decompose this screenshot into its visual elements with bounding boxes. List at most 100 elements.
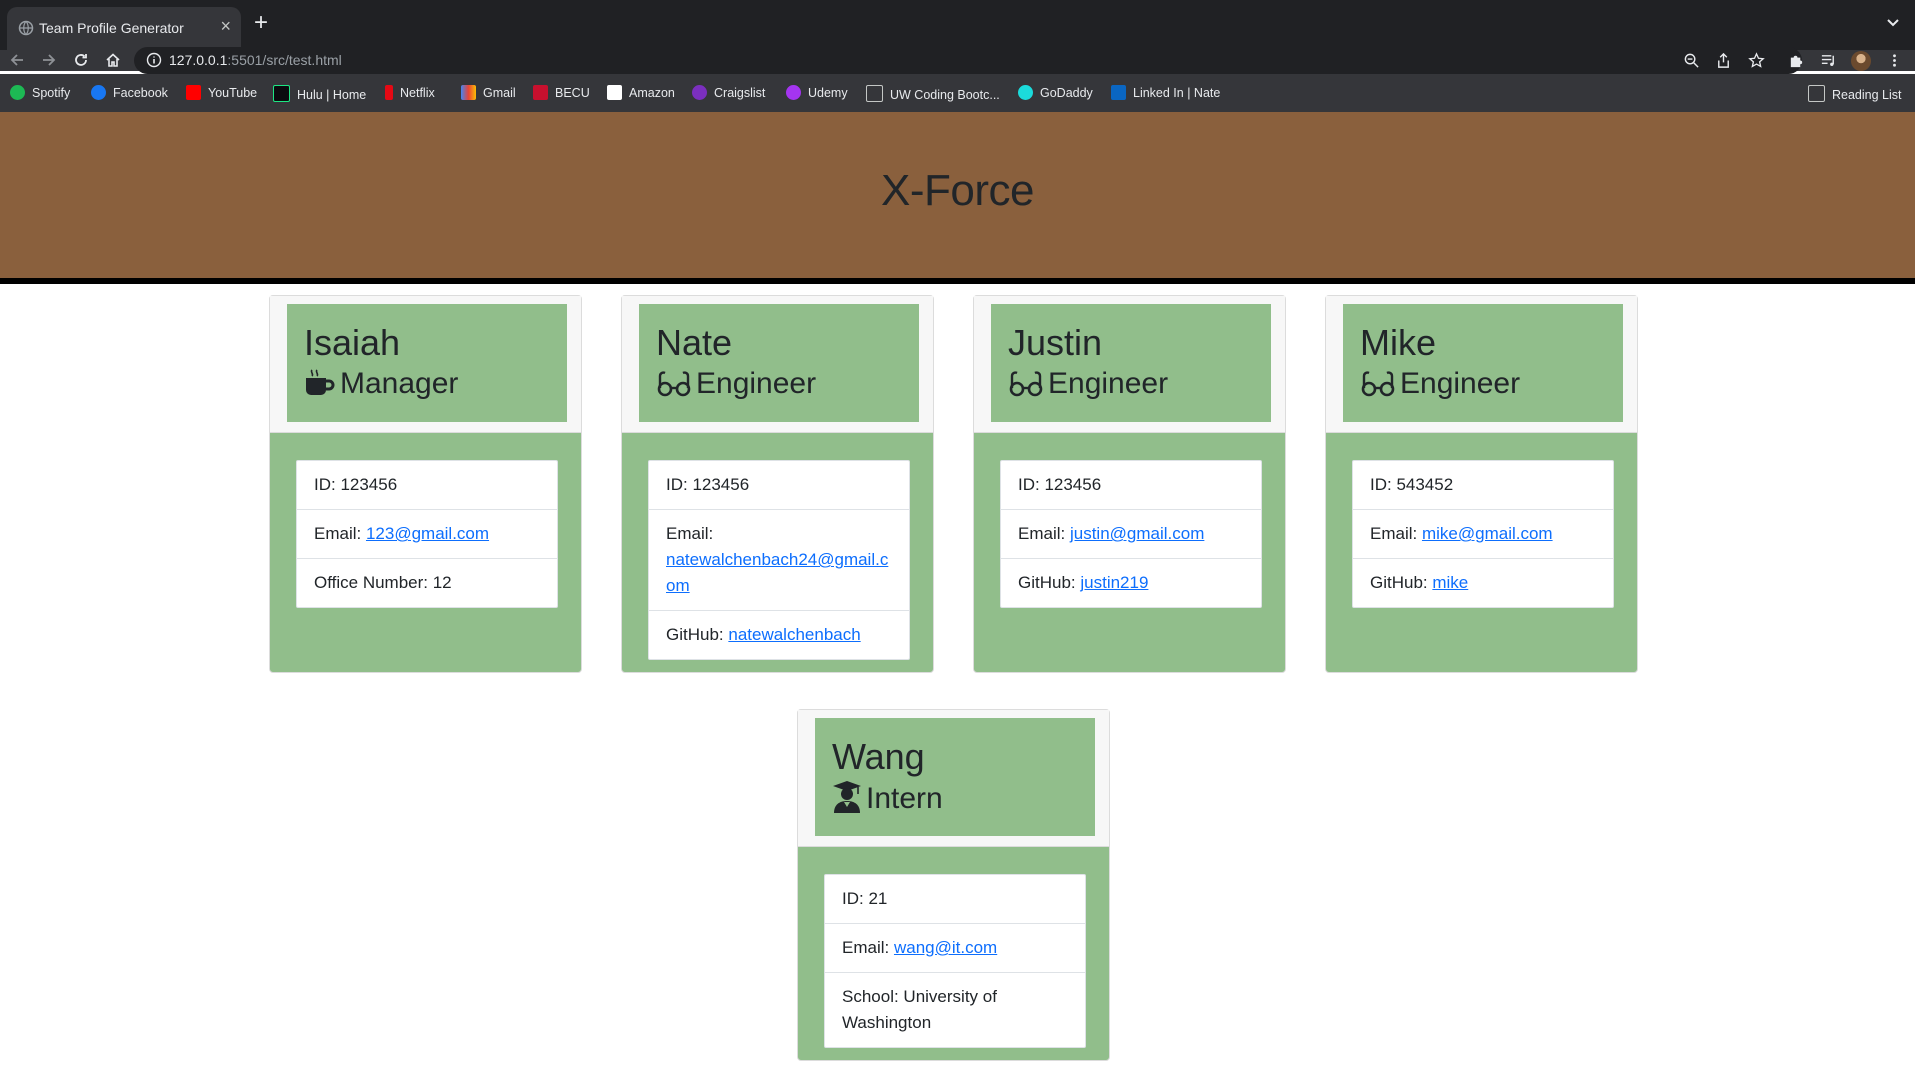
home-icon[interactable] <box>104 51 122 69</box>
craigslist-icon <box>692 85 707 100</box>
new-tab-button[interactable]: + <box>254 9 268 37</box>
bookmark-udemy[interactable]: Udemy <box>786 85 848 103</box>
employee-name: Isaiah <box>304 322 401 363</box>
github: GitHub: mike <box>1370 573 1469 592</box>
bookmark-youtube[interactable]: YouTube <box>186 85 257 103</box>
name-box: Isaiah Manager <box>287 304 567 422</box>
reading-list-button[interactable]: Reading List <box>1808 85 1902 103</box>
name-box: Mike Engineer <box>1343 304 1623 422</box>
browser-tab[interactable]: Team Profile Generator × <box>7 7 241 50</box>
becu-icon <box>533 85 548 100</box>
employee-card: Isaiah Manager ID: 123456 Email: 123@gma… <box>269 295 582 673</box>
close-tab-icon[interactable]: × <box>220 16 231 37</box>
bookmark-netflix[interactable]: Netflix <box>385 85 435 103</box>
employee-name: Justin <box>1008 322 1103 363</box>
bookmark-becu[interactable]: BECU <box>533 85 590 103</box>
github-link[interactable]: mike <box>1432 573 1468 592</box>
info-list: ID: 123456 Email: justin@gmail.com GitHu… <box>1000 460 1262 608</box>
bookmark-amazon[interactable]: Amazon <box>607 85 675 103</box>
employee-name: Nate <box>656 322 733 363</box>
bookmark-hulu[interactable]: Hulu | Home <box>273 85 366 103</box>
kebab-menu-icon[interactable] <box>1886 52 1903 69</box>
employee-id: ID: 123456 <box>297 461 557 510</box>
url-text: 127.0.0.1:5501/src/test.html <box>169 52 342 68</box>
github: GitHub: justin219 <box>1018 573 1149 592</box>
employee-email: Email: mike@gmail.com <box>1353 510 1613 559</box>
info-icon[interactable] <box>146 52 162 68</box>
extensions-icon[interactable] <box>1788 52 1805 69</box>
employee-email: Email: justin@gmail.com <box>1001 510 1261 559</box>
office-number: Office Number: 12 <box>314 573 452 592</box>
email-link[interactable]: justin@gmail.com <box>1070 524 1204 543</box>
github-link[interactable]: natewalchenbach <box>728 625 860 644</box>
employee-card: Mike Engineer ID: 543452 Email: mike@gma… <box>1325 295 1638 673</box>
employee-id: ID: 123456 <box>1001 461 1261 510</box>
bookmark-godaddy[interactable]: GoDaddy <box>1018 85 1093 103</box>
address-bar[interactable]: 127.0.0.1:5501/src/test.html <box>134 47 1802 74</box>
email-link[interactable]: mike@gmail.com <box>1422 524 1553 543</box>
employee-email: Email: 123@gmail.com <box>297 510 557 559</box>
bookmark-uw-coding[interactable]: UW Coding Bootc... <box>866 85 1000 103</box>
team-header: X-Force <box>0 112 1915 284</box>
email-link[interactable]: wang@it.com <box>894 938 997 957</box>
youtube-icon <box>186 85 201 100</box>
name-box: Justin Engineer <box>991 304 1271 422</box>
facebook-icon <box>91 85 106 100</box>
godaddy-icon <box>1018 85 1033 100</box>
card-header: Mike Engineer <box>1326 296 1637 433</box>
netflix-icon <box>385 85 393 100</box>
employee-id: ID: 123456 <box>649 461 909 510</box>
bookmark-gmail[interactable]: Gmail <box>461 85 516 103</box>
chevron-down-icon[interactable] <box>1883 12 1903 32</box>
name-box: Wang Intern <box>815 718 1095 836</box>
github: GitHub: natewalchenbach <box>666 625 861 644</box>
glasses-icon <box>657 371 691 397</box>
info-list: ID: 21 Email: wang@it.com School: Univer… <box>824 874 1086 1048</box>
tab-title: Team Profile Generator <box>39 20 184 36</box>
zoom-icon[interactable] <box>1683 52 1700 69</box>
bookmark-craigslist[interactable]: Craigslist <box>692 85 765 103</box>
info-list: ID: 543452 Email: mike@gmail.com GitHub:… <box>1352 460 1614 608</box>
email-link[interactable]: natewalchenbach24@gmail.com <box>666 550 888 595</box>
graduate-icon <box>833 781 861 813</box>
gmail-icon <box>461 85 476 100</box>
share-icon[interactable] <box>1715 52 1732 69</box>
team-name: X-Force <box>881 166 1034 215</box>
employee-id: ID: 543452 <box>1353 461 1613 510</box>
employee-role: Engineer <box>1360 367 1520 401</box>
bookmark-spotify[interactable]: Spotify <box>10 85 70 103</box>
card-header: Nate Engineer <box>622 296 933 433</box>
star-icon[interactable] <box>1748 52 1765 69</box>
school: School: University of Washington <box>842 987 997 1032</box>
employee-card: Nate Engineer ID: 123456 Email: natewalc… <box>621 295 934 673</box>
back-icon[interactable] <box>8 51 26 69</box>
media-control-icon[interactable] <box>1820 52 1837 69</box>
forward-icon[interactable] <box>40 51 58 69</box>
employee-card: Justin Engineer ID: 123456 Email: justin… <box>973 295 1286 673</box>
employee-id: ID: 21 <box>825 875 1085 924</box>
reading-list-icon <box>1808 85 1825 102</box>
card-header: Wang Intern <box>798 710 1109 847</box>
card-header: Justin Engineer <box>974 296 1285 433</box>
employee-card: Wang Intern ID: 21 Email: wang@it.com Sc… <box>797 709 1110 1061</box>
glasses-icon <box>1361 371 1395 397</box>
card-header: Isaiah Manager <box>270 296 581 433</box>
employee-role: Manager <box>304 367 458 401</box>
bookmark-facebook[interactable]: Facebook <box>91 85 168 103</box>
name-box: Nate Engineer <box>639 304 919 422</box>
github-link[interactable]: justin219 <box>1080 573 1148 592</box>
employee-email: Email: natewalchenbach24@gmail.com <box>649 510 909 611</box>
employee-name: Mike <box>1360 322 1437 363</box>
reload-icon[interactable] <box>72 51 90 69</box>
hulu-icon <box>273 85 290 102</box>
profile-avatar[interactable] <box>1851 51 1871 71</box>
udemy-icon <box>786 85 801 100</box>
globe-icon <box>18 20 34 36</box>
employee-role: Engineer <box>656 367 816 401</box>
email-link[interactable]: 123@gmail.com <box>366 524 489 543</box>
employee-role: Intern <box>832 781 943 816</box>
info-list: ID: 123456 Email: natewalchenbach24@gmai… <box>648 460 910 660</box>
folder-icon <box>866 85 883 102</box>
employee-name: Wang <box>832 736 925 777</box>
bookmark-linkedin[interactable]: Linked In | Nate <box>1111 85 1220 103</box>
